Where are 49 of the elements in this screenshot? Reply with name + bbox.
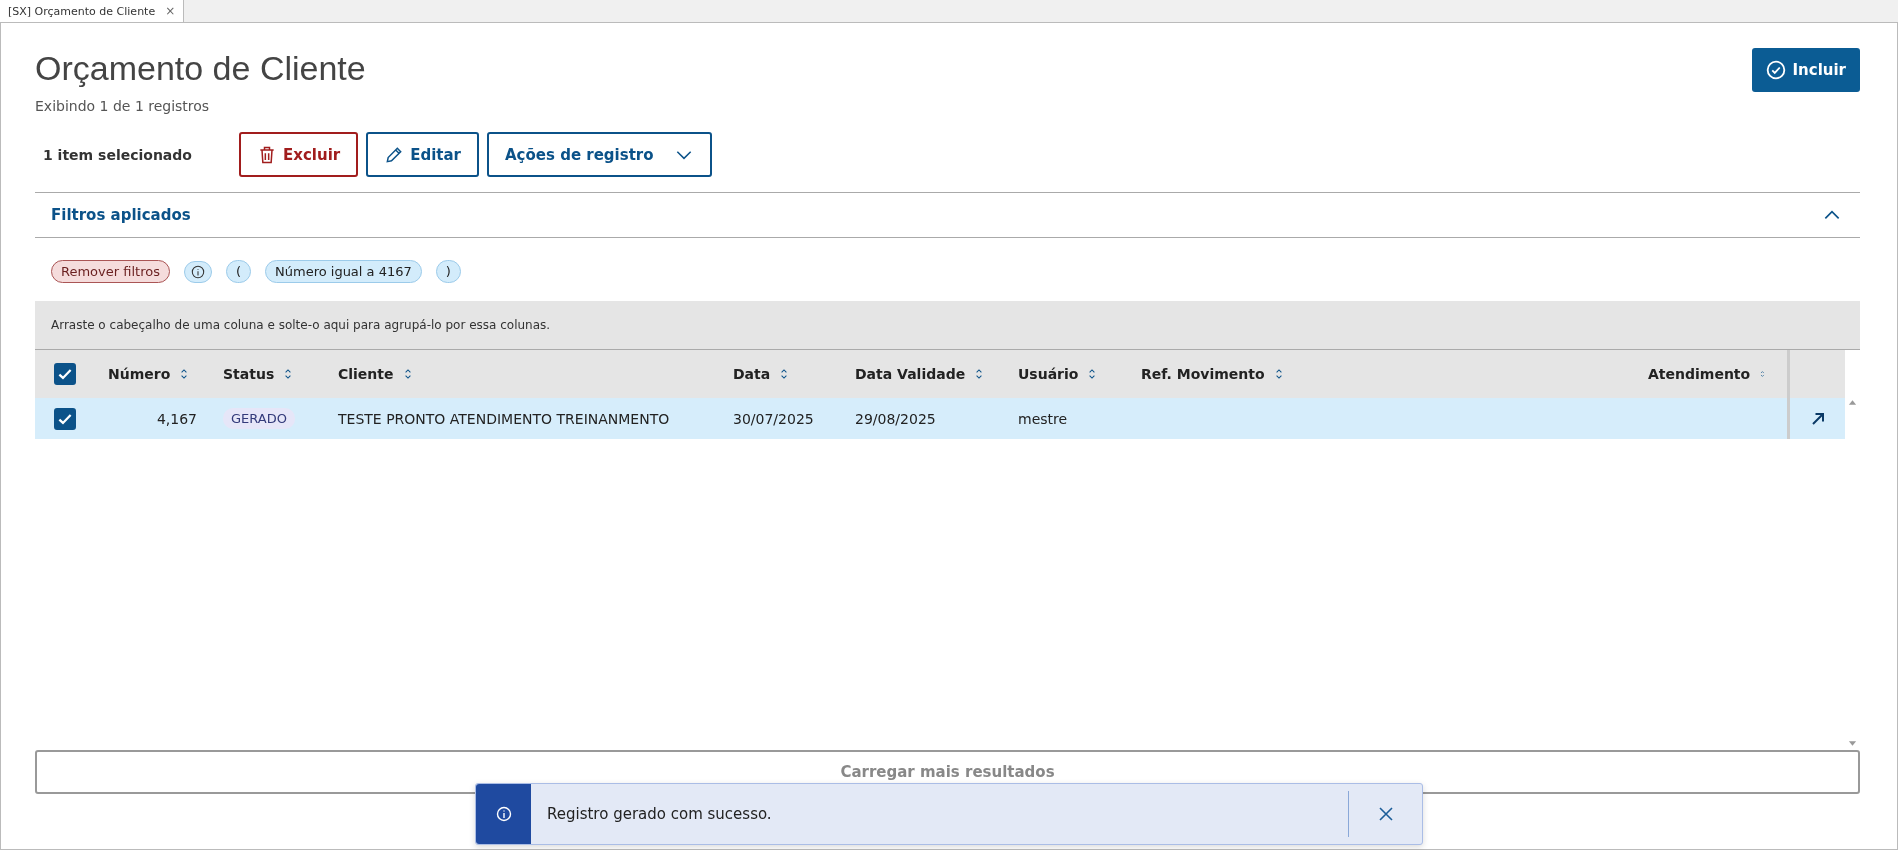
column-header[interactable]: Data Validade (855, 366, 966, 382)
remove-filters-chip[interactable]: Remover filtros (51, 260, 170, 283)
pencil-icon (384, 144, 405, 165)
page-title: Orçamento de Cliente (35, 49, 366, 88)
trash-icon (257, 144, 277, 165)
filter-chip[interactable]: ) (435, 260, 461, 283)
select-all-checkbox[interactable] (54, 363, 76, 385)
sort-icon[interactable] (780, 367, 789, 381)
filter-chip[interactable]: ( (225, 260, 251, 283)
column-header[interactable]: Cliente (338, 366, 394, 382)
table-cell: mestre (1018, 410, 1068, 427)
filters-title: Filtros aplicados (51, 206, 191, 224)
check-circle-icon (1766, 60, 1787, 80)
table-cell: 29/08/2025 (855, 410, 936, 427)
sort-icon[interactable] (180, 367, 189, 381)
close-icon[interactable]: × (165, 4, 176, 18)
edit-button[interactable]: Editar (366, 132, 479, 177)
record-count: Exibindo 1 de 1 registros (35, 98, 211, 114)
column-header[interactable]: Atendimento (1648, 366, 1751, 382)
column-header[interactable]: Data (733, 366, 771, 382)
scroll-down-icon[interactable] (1848, 740, 1857, 748)
delete-button[interactable]: Excluir (239, 132, 359, 177)
group-hint: Arraste o cabeçalho de uma coluna e solte-o aqui para agrupá-lo por essa colunas. (51, 318, 551, 332)
status-tag: GERADO (223, 408, 295, 429)
info-icon (495, 806, 512, 822)
row-checkbox[interactable] (54, 407, 76, 430)
sort-icon[interactable] (975, 367, 984, 381)
scroll-up-icon[interactable] (1848, 398, 1857, 406)
sort-icon[interactable] (1274, 367, 1283, 381)
toast-message: Registro gerado com sucesso. (546, 805, 773, 823)
close-icon (1377, 806, 1394, 822)
table-row[interactable]: 4,167 GERADO TESTE PRONTO ATENDIMENTO TREINANMENTO 30/07/2025 29/08/2025 mestre (35, 398, 1845, 439)
column-header[interactable]: Usuário (1018, 366, 1079, 382)
sort-icon[interactable] (284, 367, 293, 381)
info-chip[interactable] (183, 260, 212, 283)
column-header[interactable]: Status (223, 366, 275, 382)
table-cell: 4,167 (156, 410, 197, 427)
column-header[interactable]: Ref. Movimento (1141, 366, 1265, 382)
sort-icon[interactable] (403, 367, 412, 381)
document-tab[interactable]: [SX] Orçamento de Cliente × (0, 0, 185, 22)
include-button[interactable]: Incluir (1752, 48, 1860, 92)
column-header[interactable]: Número (108, 366, 171, 382)
table-cell: TESTE PRONTO ATENDIMENTO TREINANMENTO (338, 410, 670, 427)
table-cell: 30/07/2025 (733, 410, 814, 427)
selection-count: 1 item selecionado (42, 146, 193, 163)
filter-chip[interactable]: Número igual a 4167 (265, 260, 422, 283)
sort-icon[interactable] (1088, 367, 1097, 381)
info-icon (190, 264, 205, 279)
record-actions-button[interactable]: Ações de registro (487, 132, 712, 177)
